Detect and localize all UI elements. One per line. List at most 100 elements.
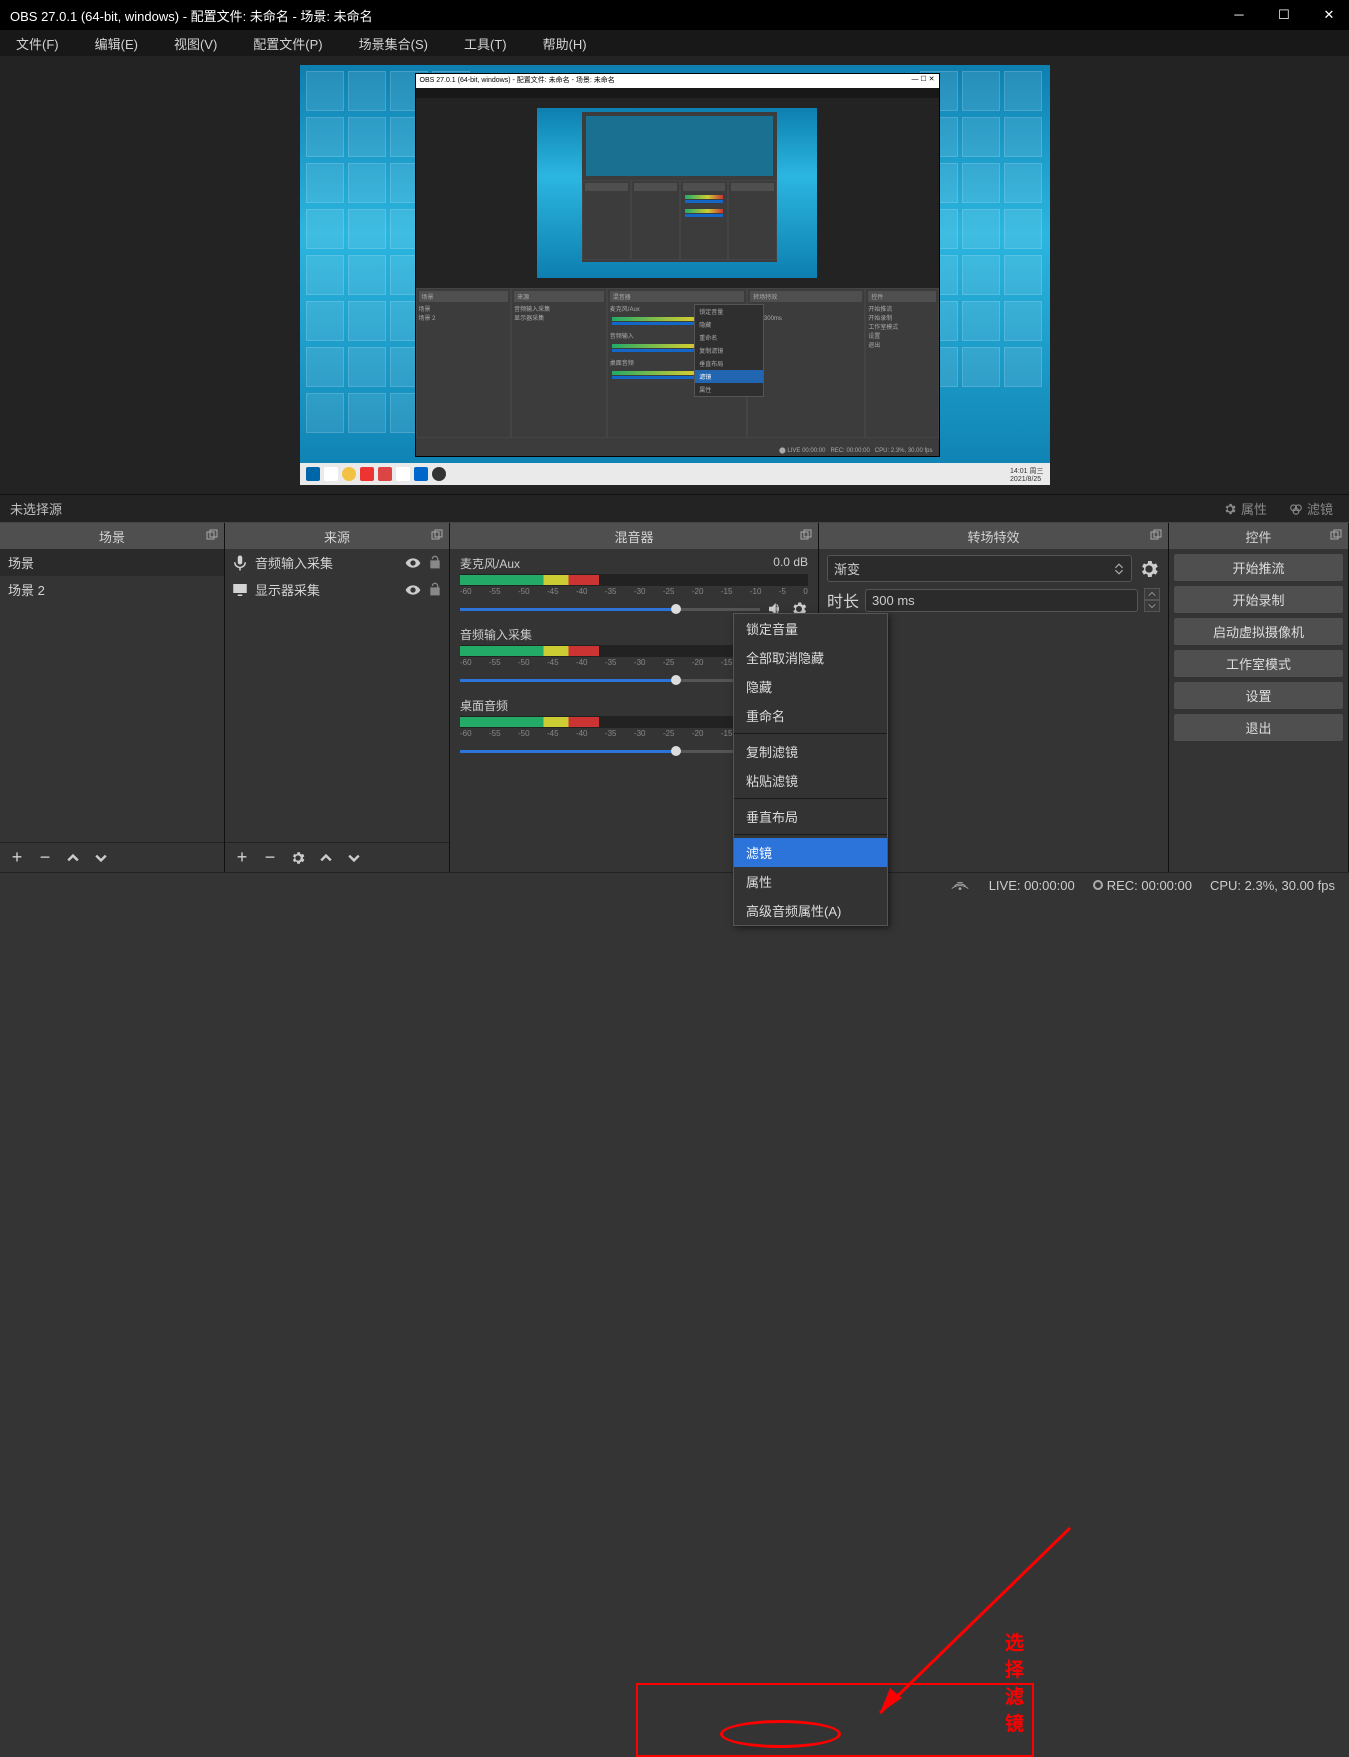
- scenes-list[interactable]: 场景 场景 2: [0, 549, 224, 842]
- maximize-button[interactable]: ☐: [1274, 7, 1294, 23]
- channel-name: 麦克风/Aux: [460, 555, 520, 572]
- annotation-rect: [636, 1683, 1034, 1757]
- selection-label: 未选择源: [8, 499, 62, 518]
- control-button[interactable]: 开始录制: [1173, 585, 1344, 614]
- duration-input[interactable]: 300 ms: [865, 589, 1138, 612]
- scene-item[interactable]: 场景: [0, 549, 224, 576]
- rec-status: REC: 00:00:00: [1093, 878, 1192, 893]
- transitions-header: 转场特效: [819, 523, 1168, 549]
- menu-edit[interactable]: 编辑(E): [87, 31, 146, 56]
- control-button[interactable]: 工作室模式: [1173, 649, 1344, 678]
- context-menu-item[interactable]: 复制滤镜: [734, 737, 887, 766]
- chevron-down-icon: [1148, 603, 1156, 609]
- gear-icon: [1223, 502, 1237, 516]
- network-icon: [949, 877, 971, 894]
- scenes-dock: 场景 场景 场景 2 + −: [0, 523, 225, 872]
- live-status: LIVE: 00:00:00: [989, 878, 1075, 893]
- minimize-button[interactable]: ─: [1229, 7, 1249, 23]
- context-menu-item[interactable]: 滤镜: [734, 838, 887, 867]
- eye-icon[interactable]: [405, 555, 421, 571]
- volume-slider[interactable]: [460, 677, 760, 683]
- menu-tools[interactable]: 工具(T): [456, 31, 515, 56]
- control-button[interactable]: 开始推流: [1173, 553, 1344, 582]
- duration-spinner[interactable]: [1144, 588, 1160, 612]
- source-settings-button[interactable]: [289, 849, 307, 867]
- channel-name: 桌面音频: [460, 697, 508, 714]
- context-menu-item[interactable]: 高级音频属性(A): [734, 896, 887, 925]
- sources-footer: + −: [225, 842, 449, 872]
- annotation-ellipse: [720, 1720, 841, 1748]
- close-button[interactable]: ✕: [1319, 7, 1339, 23]
- volume-slider[interactable]: [460, 606, 760, 612]
- properties-button[interactable]: 属性: [1215, 497, 1275, 520]
- filters-button[interactable]: 滤镜: [1281, 497, 1341, 520]
- menu-help[interactable]: 帮助(H): [535, 31, 595, 56]
- source-item[interactable]: 音频输入采集: [225, 549, 449, 576]
- source-up-button[interactable]: [317, 849, 335, 867]
- context-menu-item[interactable]: 全部取消隐藏: [734, 643, 887, 672]
- window-title: OBS 27.0.1 (64-bit, windows) - 配置文件: 未命名…: [10, 6, 373, 25]
- lock-open-icon[interactable]: [427, 582, 443, 598]
- menu-file[interactable]: 文件(F): [8, 31, 67, 56]
- detach-icon[interactable]: [1150, 529, 1162, 541]
- scene-down-button[interactable]: [92, 849, 110, 867]
- gear-icon: [290, 850, 306, 866]
- window-controls: ─ ☐ ✕: [1229, 7, 1339, 23]
- mixer-context-menu: 锁定音量全部取消隐藏隐藏重命名复制滤镜粘贴滤镜垂直布局滤镜属性高级音频属性(A): [733, 613, 888, 926]
- detach-icon[interactable]: [431, 529, 443, 541]
- control-button[interactable]: 退出: [1173, 713, 1344, 742]
- scenes-footer: + −: [0, 842, 224, 872]
- eye-icon[interactable]: [405, 582, 421, 598]
- menu-view[interactable]: 视图(V): [166, 31, 225, 56]
- context-menu-item[interactable]: 粘贴滤镜: [734, 766, 887, 795]
- remove-scene-button[interactable]: −: [36, 849, 54, 867]
- context-menu-separator: [734, 834, 887, 835]
- context-menu-item[interactable]: 隐藏: [734, 672, 887, 701]
- titlebar: OBS 27.0.1 (64-bit, windows) - 配置文件: 未命名…: [0, 0, 1349, 30]
- meter-ticks: -60-55-50-45-40-35-30-25-20-15-10-50: [460, 587, 808, 596]
- menu-scene-collection[interactable]: 场景集合(S): [351, 31, 436, 56]
- source-down-button[interactable]: [345, 849, 363, 867]
- add-scene-button[interactable]: +: [8, 849, 26, 867]
- sources-dock: 来源 音频输入采集 显示器采集 + −: [225, 523, 450, 872]
- controls-dock: 控件 开始推流开始录制启动虚拟摄像机工作室模式设置退出: [1169, 523, 1349, 872]
- control-button[interactable]: 设置: [1173, 681, 1344, 710]
- statusbar: LIVE: 00:00:00 REC: 00:00:00 CPU: 2.3%, …: [0, 872, 1349, 898]
- controls-body: 开始推流开始录制启动虚拟摄像机工作室模式设置退出: [1169, 549, 1348, 872]
- preview-area[interactable]: OBS 27.0.1 (64-bit, windows) - 配置文件: 未命名…: [0, 56, 1349, 494]
- chevron-updown-icon: [1113, 563, 1125, 575]
- context-menu-item[interactable]: 重命名: [734, 701, 887, 730]
- detach-icon[interactable]: [1330, 529, 1342, 541]
- sources-header: 来源: [225, 523, 449, 549]
- mixer-header: 混音器: [450, 523, 818, 549]
- menubar: 文件(F) 编辑(E) 视图(V) 配置文件(P) 场景集合(S) 工具(T) …: [0, 30, 1349, 56]
- display-icon: [231, 581, 249, 599]
- add-source-button[interactable]: +: [233, 849, 251, 867]
- transition-select[interactable]: 渐变: [827, 555, 1132, 582]
- chevron-up-icon: [320, 852, 332, 864]
- source-item[interactable]: 显示器采集: [225, 576, 449, 603]
- chevron-down-icon: [95, 852, 107, 864]
- annotation-text: 选择滤镜: [1005, 1628, 1024, 1736]
- scene-item[interactable]: 场景 2: [0, 576, 224, 603]
- volume-slider[interactable]: [460, 748, 760, 754]
- lock-open-icon[interactable]: [427, 555, 443, 571]
- menu-profile[interactable]: 配置文件(P): [245, 31, 330, 56]
- duration-label: 时长: [827, 588, 859, 612]
- context-menu-item[interactable]: 垂直布局: [734, 802, 887, 831]
- scene-up-button[interactable]: [64, 849, 82, 867]
- remove-source-button[interactable]: −: [261, 849, 279, 867]
- detach-icon[interactable]: [206, 529, 218, 541]
- docks-row: 场景 场景 场景 2 + − 来源 音频输入采集: [0, 522, 1349, 872]
- preview-canvas: OBS 27.0.1 (64-bit, windows) - 配置文件: 未命名…: [300, 65, 1050, 485]
- transition-settings-button[interactable]: [1138, 558, 1160, 580]
- controls-header: 控件: [1169, 523, 1348, 549]
- context-menu-item[interactable]: 属性: [734, 867, 887, 896]
- context-menu-item[interactable]: 锁定音量: [734, 614, 887, 643]
- chevron-up-icon: [1148, 591, 1156, 597]
- sources-list[interactable]: 音频输入采集 显示器采集: [225, 549, 449, 842]
- cpu-status: CPU: 2.3%, 30.00 fps: [1210, 878, 1335, 893]
- detach-icon[interactable]: [800, 529, 812, 541]
- filter-icon: [1289, 502, 1303, 516]
- control-button[interactable]: 启动虚拟摄像机: [1173, 617, 1344, 646]
